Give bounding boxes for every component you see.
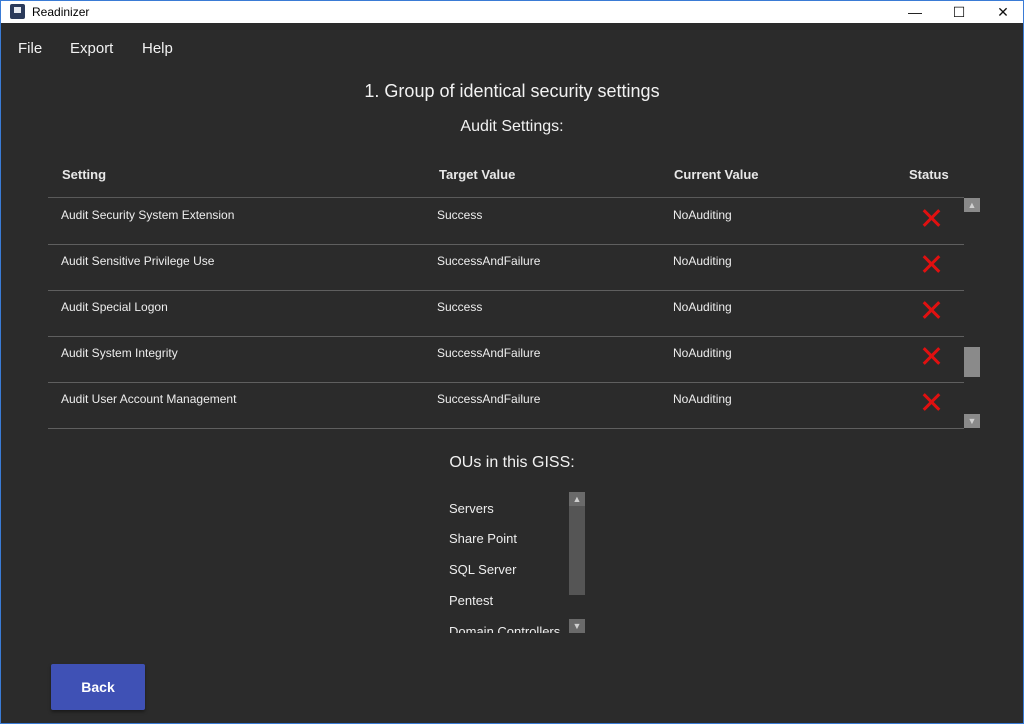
app-logo-icon — [10, 4, 25, 19]
setting-name: Audit System Integrity — [61, 346, 178, 360]
column-header-target-value[interactable]: Target Value — [439, 167, 515, 182]
app-window: Readinizer — ☐ ✕ File Export Help 1. Gro… — [0, 0, 1024, 724]
close-icon — [920, 207, 944, 231]
scrollbar-thumb[interactable] — [569, 506, 585, 595]
table-row[interactable]: Audit User Account Management SuccessAnd… — [48, 382, 964, 429]
audit-settings-heading: Audit Settings: — [460, 118, 564, 135]
window-title: Readinizer — [32, 5, 90, 19]
column-header-status[interactable]: Status — [909, 167, 949, 182]
target-value: SuccessAndFailure — [437, 392, 541, 406]
table-row[interactable]: Audit Sensitive Privilege Use SuccessAnd… — [48, 244, 964, 291]
scroll-down-icon[interactable]: ▼ — [964, 414, 980, 428]
close-window-button[interactable]: ✕ — [981, 1, 1023, 23]
target-value: SuccessAndFailure — [437, 346, 541, 360]
table-scrollbar[interactable]: ▲ ▼ — [964, 198, 980, 428]
setting-name: Audit User Account Management — [61, 392, 237, 406]
back-button[interactable]: Back — [51, 664, 145, 710]
ou-list[interactable]: Servers Share Point SQL Server Pentest D… — [441, 491, 586, 633]
ou-list-scrollbar[interactable]: ▲ ▼ — [569, 492, 585, 634]
table-row[interactable]: Audit Special Logon Success NoAuditing — [48, 290, 964, 337]
target-value: Success — [437, 300, 483, 314]
column-header-setting[interactable]: Setting — [62, 167, 106, 182]
scrollbar-thumb[interactable] — [964, 347, 980, 377]
setting-name: Audit Special Logon — [61, 300, 168, 314]
scroll-up-icon[interactable]: ▲ — [569, 492, 585, 506]
close-icon — [920, 345, 944, 369]
maximize-button[interactable]: ☐ — [937, 1, 981, 23]
current-value: NoAuditing — [673, 392, 732, 406]
close-icon — [920, 299, 944, 323]
current-value: NoAuditing — [673, 346, 732, 360]
scroll-up-icon[interactable]: ▲ — [964, 198, 980, 212]
setting-name: Audit Sensitive Privilege Use — [61, 254, 215, 268]
minimize-button[interactable]: — — [893, 1, 937, 23]
current-value: NoAuditing — [673, 208, 732, 222]
menu-help[interactable]: Help — [142, 40, 173, 57]
list-item[interactable]: Domain Controllers — [449, 624, 560, 633]
table-row[interactable]: Audit Security System Extension Success … — [48, 198, 964, 245]
setting-name: Audit Security System Extension — [61, 208, 235, 222]
current-value: NoAuditing — [673, 254, 732, 268]
table-row[interactable]: Audit System Integrity SuccessAndFailure… — [48, 336, 964, 383]
list-item[interactable]: Servers — [449, 501, 494, 516]
list-item[interactable]: Pentest — [449, 593, 493, 608]
menu-file[interactable]: File — [18, 40, 42, 57]
ou-heading: OUs in this GISS: — [449, 454, 575, 471]
close-icon — [920, 253, 944, 277]
title-bar: Readinizer — ☐ ✕ — [1, 1, 1023, 23]
menu-export[interactable]: Export — [70, 40, 113, 57]
scroll-down-icon[interactable]: ▼ — [569, 619, 585, 633]
close-icon — [920, 391, 944, 415]
column-header-current-value[interactable]: Current Value — [674, 167, 759, 182]
target-value: SuccessAndFailure — [437, 254, 541, 268]
menu-bar: File Export Help — [1, 23, 1023, 73]
target-value: Success — [437, 208, 483, 222]
list-item[interactable]: Share Point — [449, 531, 517, 546]
page-title: 1. Group of identical security settings — [364, 81, 660, 101]
list-item[interactable]: SQL Server — [449, 562, 516, 577]
current-value: NoAuditing — [673, 300, 732, 314]
